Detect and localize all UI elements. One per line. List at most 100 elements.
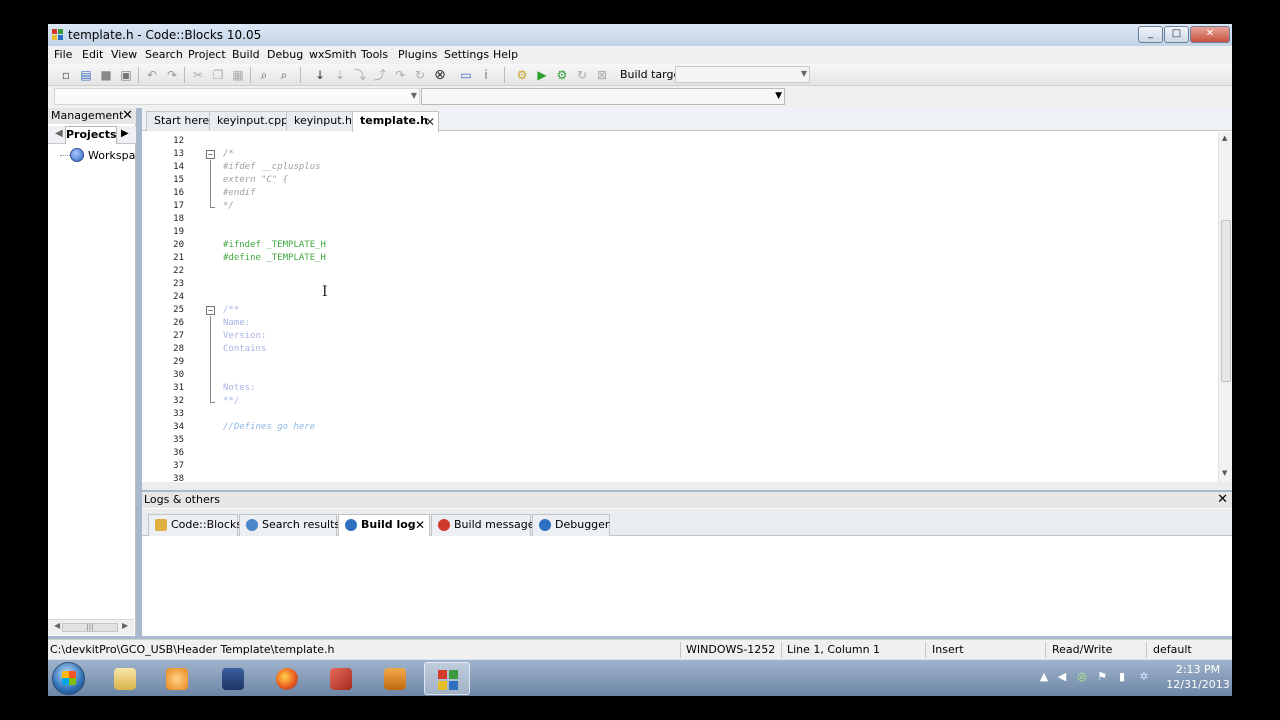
menu-settings[interactable]: Settings [444, 48, 489, 61]
menu-plugins[interactable]: Plugins [398, 48, 437, 61]
copy-icon[interactable]: ❐ [210, 67, 226, 83]
menu-project[interactable]: Project [188, 48, 226, 61]
menu-edit[interactable]: Edit [82, 48, 103, 61]
open-icon[interactable]: ▤ [78, 67, 94, 83]
editor-vscrollbar[interactable]: ▲ ▼ [1218, 132, 1232, 482]
build-target-select[interactable]: ▼ [675, 66, 810, 83]
save-all-icon[interactable]: ▣ [118, 67, 134, 83]
close-tab-icon[interactable]: ✕ [415, 515, 425, 535]
menu-view[interactable]: View [111, 48, 137, 61]
tab-keyinput-cpp[interactable]: keyinput.cpp [209, 111, 297, 131]
continue-icon[interactable]: ↻ [412, 67, 428, 83]
rebuild-icon[interactable]: ↻ [574, 67, 590, 83]
scroll-left-icon[interactable]: ◀ [54, 621, 60, 630]
code-line[interactable]: 21 #define _TEMPLATE_H [142, 252, 1218, 265]
start-button[interactable] [52, 662, 85, 695]
code-line[interactable]: 22 [142, 265, 1218, 278]
code-line[interactable]: 36 [142, 447, 1218, 460]
close-tab-icon[interactable]: ✕ [425, 115, 435, 129]
code-line[interactable]: 23 [142, 278, 1218, 291]
tab-scroll-right-icon[interactable]: ▶ [121, 128, 129, 139]
debug-window-icon[interactable]: ▭ [458, 67, 474, 83]
build-run-icon[interactable]: ⚙ [554, 67, 570, 83]
menu-debug[interactable]: Debug [267, 48, 303, 61]
redo-icon[interactable]: ↷ [164, 67, 180, 83]
stop-debug-icon[interactable]: ⊗ [432, 67, 448, 83]
paste-icon[interactable]: ▦ [230, 67, 246, 83]
taskbar-codeblocks[interactable] [424, 662, 470, 695]
taskbar-media-app[interactable] [372, 662, 418, 695]
code-line[interactable]: 29 [142, 356, 1218, 369]
code-line[interactable]: 30 [142, 369, 1218, 382]
save-icon[interactable]: ■ [98, 67, 114, 83]
tab-start-here[interactable]: Start here [146, 111, 218, 131]
menu-tools[interactable]: Tools [361, 48, 388, 61]
app-tray-icon[interactable]: ◎ [1076, 671, 1088, 683]
code-line[interactable]: 15 extern "C" { [142, 174, 1218, 187]
code-line[interactable]: 35 [142, 434, 1218, 447]
minimize-button[interactable]: _ [1138, 26, 1163, 43]
taskbar-checkmark-app[interactable] [210, 662, 256, 695]
volume-icon[interactable]: ◀ [1056, 671, 1068, 683]
menu-help[interactable]: Help [493, 48, 518, 61]
code-line[interactable]: 38 [142, 473, 1218, 482]
build-icon[interactable]: ⚙ [514, 67, 530, 83]
logs-close-button[interactable]: ✕ [1217, 492, 1228, 507]
editor-scroll-thumb[interactable] [1221, 220, 1231, 382]
code-line[interactable]: 12 [142, 135, 1218, 148]
code-line[interactable]: 33 [142, 408, 1218, 421]
find-icon[interactable]: ⌕ [256, 67, 272, 83]
code-line[interactable]: 34 //Defines go here [142, 421, 1218, 434]
code-line[interactable]: 26 Name: [142, 317, 1218, 330]
taskbar-firefox[interactable] [264, 662, 310, 695]
step-into-icon[interactable]: ⤵ [352, 67, 368, 83]
management-hscrollbar[interactable]: ◀ ||| ▶ [48, 619, 134, 635]
undo-icon[interactable]: ↶ [144, 67, 160, 83]
action-center-icon[interactable]: ⚑ [1096, 671, 1108, 683]
taskbar-red-app[interactable] [318, 662, 364, 695]
next-icon[interactable]: ↷ [392, 67, 408, 83]
build-log-output[interactable] [142, 537, 1232, 636]
menu-search[interactable]: Search [145, 48, 183, 61]
code-line[interactable]: 14 #ifdef __cplusplus [142, 161, 1218, 174]
tab-build-messages[interactable]: Build messages [431, 514, 540, 536]
show-hidden-icons-icon[interactable]: ▲ [1038, 671, 1050, 683]
menu-file[interactable]: File [54, 48, 72, 61]
code-line[interactable]: 27 Version: [142, 330, 1218, 343]
tab-debugger[interactable]: Debugger [532, 514, 610, 536]
tab-keyinput-h[interactable]: keyinput.h [286, 111, 361, 131]
scroll-right-icon[interactable]: ▶ [122, 621, 128, 630]
tab-build-log[interactable]: Build log ✕ [338, 514, 430, 536]
code-line[interactable]: 17 */ [142, 200, 1218, 213]
code-line[interactable]: 13 /* [142, 148, 1218, 161]
taskbar-explorer[interactable] [102, 662, 148, 695]
abort-icon[interactable]: ⊠ [594, 67, 610, 83]
gear-tray-icon[interactable]: ✲ [1138, 671, 1150, 683]
tab-codeblocks-log[interactable]: Code::Blocks [148, 514, 242, 536]
close-window-button[interactable]: ✕ [1190, 26, 1230, 43]
new-file-icon[interactable]: ▫ [58, 67, 74, 83]
clock-date[interactable]: 12/31/2013 [1158, 678, 1232, 691]
taskbar-media-player[interactable] [154, 662, 200, 695]
code-line[interactable]: 28 Contains [142, 343, 1218, 356]
run-icon[interactable]: ▶ [534, 67, 550, 83]
workspace-node[interactable]: Workspace [88, 149, 136, 162]
scope-select[interactable]: ▼ [54, 88, 420, 105]
fold-toggle-icon[interactable]: − [206, 150, 215, 159]
tab-projects[interactable]: Projects [65, 126, 117, 144]
scroll-thumb[interactable]: ||| [62, 623, 118, 632]
jump-icon[interactable]: ↓ [312, 67, 328, 83]
code-area[interactable]: 12 13 /* 14 #ifdef __cplusplus 15 extern "C" {… [142, 132, 1218, 482]
scroll-up-icon[interactable]: ▲ [1222, 134, 1227, 142]
info-icon[interactable]: ⅰ [478, 67, 494, 83]
code-line[interactable]: 20 #ifndef _TEMPLATE_H [142, 239, 1218, 252]
clock-time[interactable]: 2:13 PM [1158, 663, 1232, 676]
code-line[interactable]: 24 [142, 291, 1218, 304]
code-line[interactable]: 37 [142, 460, 1218, 473]
scroll-down-icon[interactable]: ▼ [1222, 469, 1227, 477]
symbol-select[interactable]: ▼ [421, 88, 785, 105]
cut-icon[interactable]: ✂ [190, 67, 206, 83]
management-close-button[interactable]: ✕ [122, 108, 133, 123]
replace-icon[interactable]: ⌕ [276, 67, 292, 83]
code-line[interactable]: 25 /** [142, 304, 1218, 317]
